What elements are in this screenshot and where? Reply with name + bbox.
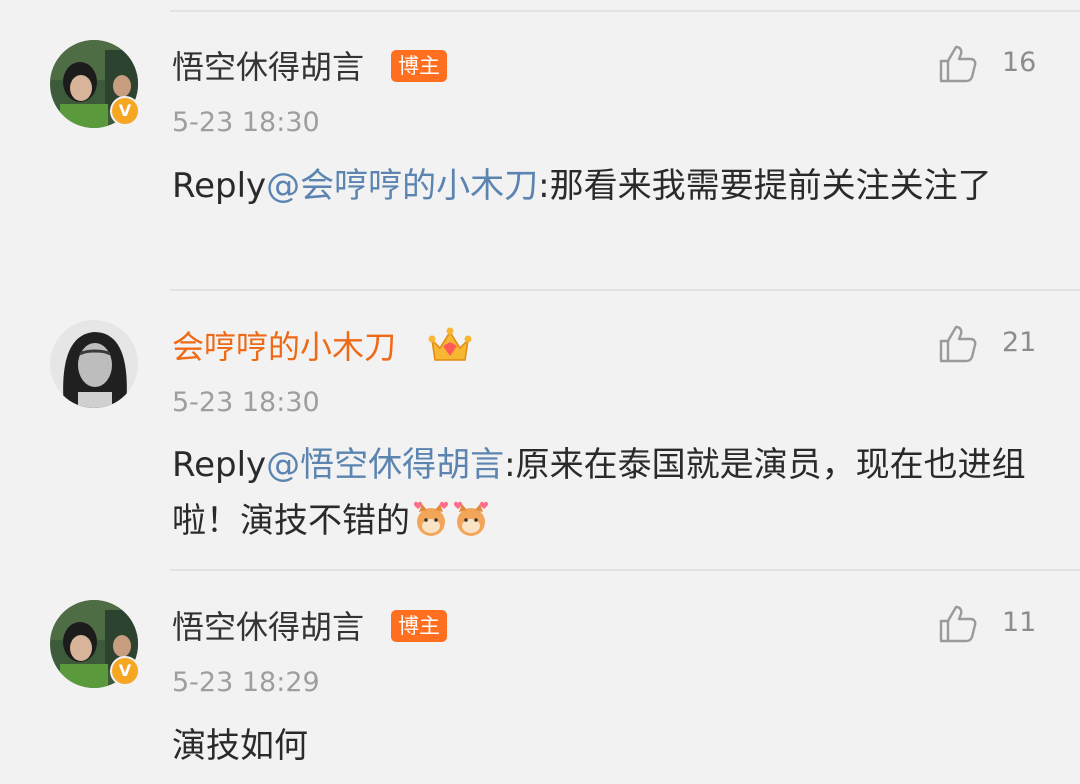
- thumbs-up-icon: [939, 325, 977, 363]
- avatar-image: [50, 320, 138, 408]
- comment-time: 5-23 18:29: [172, 667, 320, 698]
- like-button[interactable]: 21: [936, 320, 1046, 368]
- comment-content: 演技如何: [172, 726, 308, 766]
- crown-icon: [428, 327, 472, 361]
- shiba-love-emoji-icon: [454, 501, 488, 536]
- thumbs-up-icon: [939, 605, 977, 643]
- comment-item: V 悟空休得胡言 博主 5-23 18:30 16 Reply@会哼哼的小木刀:…: [0, 0, 1080, 291]
- comment-time: 5-23 18:30: [172, 107, 320, 138]
- comment-text: Reply@悟空休得胡言:原来在泰国就是演员，现在也进组啦！演技不错的: [172, 437, 1042, 549]
- mention-link[interactable]: @会哼哼的小木刀: [266, 166, 538, 206]
- username[interactable]: 会哼哼的小木刀: [172, 327, 396, 367]
- comment-item: V 悟空休得胡言 博主 5-23 18:29 11 演技如何: [0, 570, 1080, 784]
- avatar[interactable]: V: [50, 40, 140, 128]
- blogger-badge: 博主: [391, 50, 447, 82]
- username[interactable]: 悟空休得胡言: [172, 47, 364, 87]
- shiba-love-emoji-icon: [414, 501, 448, 536]
- comment-text: Reply@会哼哼的小木刀:那看来我需要提前关注关注了: [172, 158, 1042, 214]
- comment-content: :那看来我需要提前关注关注了: [538, 166, 992, 206]
- like-count: 16: [1002, 47, 1037, 78]
- verified-icon: V: [110, 96, 140, 126]
- comment-text: 演技如何: [172, 718, 1042, 774]
- like-button[interactable]: 16: [936, 40, 1046, 88]
- comment-time: 5-23 18:30: [172, 387, 320, 418]
- reply-label: Reply: [172, 445, 267, 485]
- avatar[interactable]: V: [50, 600, 140, 688]
- thumbs-up-icon: [939, 45, 977, 83]
- blogger-badge: 博主: [391, 610, 447, 642]
- like-count: 11: [1002, 607, 1037, 638]
- verified-icon: V: [110, 656, 140, 686]
- username[interactable]: 悟空休得胡言: [172, 607, 364, 647]
- like-button[interactable]: 11: [936, 600, 1046, 648]
- like-count: 21: [1002, 327, 1037, 358]
- reply-label: Reply: [172, 166, 267, 206]
- avatar[interactable]: [50, 320, 138, 408]
- comment-item: 会哼哼的小木刀 5-23 18:30 21 Reply@悟空休得胡言:原来在泰国…: [0, 290, 1080, 571]
- mention-link[interactable]: @悟空休得胡言: [266, 445, 504, 485]
